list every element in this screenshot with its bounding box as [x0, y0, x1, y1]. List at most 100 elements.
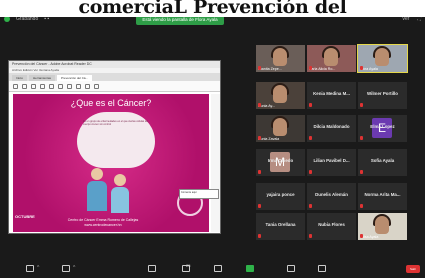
participant-name: yajaira ponce	[266, 192, 295, 197]
chevron-up-icon[interactable]: ^	[73, 265, 75, 271]
participant-name: Norma Arita Ma...	[364, 192, 401, 197]
muted-mic-icon	[258, 204, 261, 208]
muted-mic-icon	[309, 170, 312, 174]
participant-name: Dunia Zavala	[258, 137, 280, 141]
cursor-icon	[67, 83, 72, 89]
participant-face	[273, 85, 287, 103]
microphone-icon[interactable]	[26, 265, 34, 272]
muted-mic-icon	[360, 234, 363, 238]
muted-mic-icon	[258, 103, 261, 107]
pdf-toolbar	[9, 81, 220, 92]
participant-face	[273, 118, 287, 136]
security-icon[interactable]	[148, 265, 156, 272]
participant-name: Kenia Medina M...	[313, 91, 350, 96]
muted-mic-icon	[309, 136, 312, 140]
participant-name: Dunelis Alemán	[315, 192, 348, 197]
reactions-icon[interactable]	[318, 265, 326, 272]
participant-tile[interactable]: Luisa Ayala	[358, 213, 407, 240]
search-icon	[40, 83, 45, 89]
participant-tile[interactable]: Lilian Pavibel D...	[307, 149, 356, 176]
muted-mic-icon	[360, 103, 363, 107]
muted-mic-icon	[360, 66, 363, 70]
man-illustration	[87, 168, 107, 214]
slide-title: ¿Que es el Cáncer?	[70, 98, 152, 108]
comment-tooltip: Comente aquí	[179, 189, 219, 199]
participant-tile[interactable]: Tania Orellana	[256, 213, 305, 240]
muted-mic-icon	[360, 136, 363, 140]
participant-tile[interactable]: E Elma Lopez	[358, 115, 407, 142]
chat-icon[interactable]	[214, 265, 222, 272]
leave-button[interactable]: Salir	[406, 265, 420, 273]
muted-mic-icon	[360, 204, 363, 208]
muted-mic-icon	[309, 204, 312, 208]
home-icon	[13, 83, 18, 89]
cloud-text: Es un grupo de enfermedades en el que ci…	[83, 120, 149, 127]
muted-mic-icon	[258, 170, 261, 174]
participant-tile[interactable]: Dilcia Maldonado	[307, 115, 356, 142]
participant-tile[interactable]: Kenia Medina M...	[307, 82, 356, 109]
meeting-controls: ^ ^ 25 Salir	[0, 262, 425, 278]
participant-name: Sofia Ayala	[370, 158, 395, 163]
participant-name: Dilcia Maldonado	[313, 124, 350, 129]
shared-screen: Prevención del Cáncer - Adobe Acrobat Re…	[8, 60, 221, 234]
participant-tile[interactable]: Karla Alicia Ro...	[307, 45, 356, 72]
participant-name: Tania Orellana	[265, 222, 296, 227]
muted-mic-icon	[258, 66, 261, 70]
shared-tabs: Inicio Herramientas Prevención del Cá...	[9, 73, 220, 81]
muted-mic-icon	[360, 170, 363, 174]
participant-face	[273, 48, 287, 66]
muted-mic-icon	[258, 234, 261, 238]
muted-mic-icon	[258, 136, 261, 140]
share-screen-button[interactable]	[246, 265, 254, 272]
participant-name: Wilmer Portillo	[367, 91, 398, 96]
presentation-slide: ¿Que es el Cáncer? Es un grupo de enferm…	[13, 94, 209, 232]
pdf-side-tools	[211, 94, 220, 232]
record-icon[interactable]	[287, 265, 295, 272]
october-logo: OCTUBRE	[15, 214, 35, 219]
participant-name: Elma Lopez	[370, 124, 395, 129]
participant-name: Luisa Ayala	[360, 235, 379, 239]
participant-tile[interactable]: M Irma Oviedo	[256, 149, 305, 176]
camera-icon[interactable]	[62, 265, 70, 272]
participant-name: Flora Ayala	[360, 67, 378, 71]
arrow-up-icon	[49, 83, 54, 89]
hand-icon	[76, 83, 81, 89]
participant-tile[interactable]: Dunia Ay...	[256, 82, 305, 109]
chevron-up-icon[interactable]: ^	[37, 265, 39, 271]
participant-tile[interactable]: Flora Ayala	[357, 44, 408, 73]
muted-mic-icon	[309, 234, 312, 238]
woman-illustration	[111, 174, 129, 214]
print-icon	[31, 83, 36, 89]
shared-window-title: Prevención del Cáncer - Adobe Acrobat Re…	[9, 61, 220, 68]
participant-name: Irma Oviedo	[267, 158, 294, 163]
slide-footer-line2: www.centrodecancer.hn	[84, 222, 122, 227]
tab-tools: Herramientas	[29, 75, 56, 81]
tab-document: Prevención del Cá...	[57, 75, 93, 81]
participant-tile[interactable]: Wilmer Portillo	[358, 82, 407, 109]
participant-face	[324, 48, 338, 66]
participant-name: Karla Alicia Ro...	[309, 67, 336, 71]
participant-tile[interactable]: Dunia Zavala	[256, 115, 305, 142]
zoom-out-icon	[85, 83, 90, 89]
participant-name: Juanita Zepe...	[258, 67, 282, 71]
participant-tile[interactable]: Dunelis Alemán	[307, 183, 356, 210]
participant-name: Dunia Ay...	[258, 104, 276, 108]
arrow-down-icon	[58, 83, 63, 89]
participant-name: Nubia Flores	[318, 222, 345, 227]
participants-count: 25	[186, 263, 191, 268]
participant-tile[interactable]: yajaira ponce	[256, 183, 305, 210]
muted-mic-icon	[309, 103, 312, 107]
participant-tile[interactable]: Juanita Zepe...	[256, 45, 305, 72]
tab-home: Inicio	[12, 75, 28, 81]
muted-mic-icon	[309, 66, 312, 70]
participant-face	[375, 216, 389, 234]
overlay-title: comerciaL Prevención del	[0, 0, 425, 17]
participant-face	[375, 48, 389, 66]
participant-tile[interactable]: Sofia Ayala	[358, 149, 407, 176]
zoom-in-icon	[94, 83, 99, 89]
slide-footer: Centro de Cáncer Emma Romero de Callejas…	[43, 218, 163, 227]
participant-tile[interactable]: Norma Arita Ma...	[358, 183, 407, 210]
participant-name: Lilian Pavibel D...	[313, 158, 350, 163]
bookmark-icon	[22, 83, 27, 89]
participant-tile[interactable]: Nubia Flores	[307, 213, 356, 240]
